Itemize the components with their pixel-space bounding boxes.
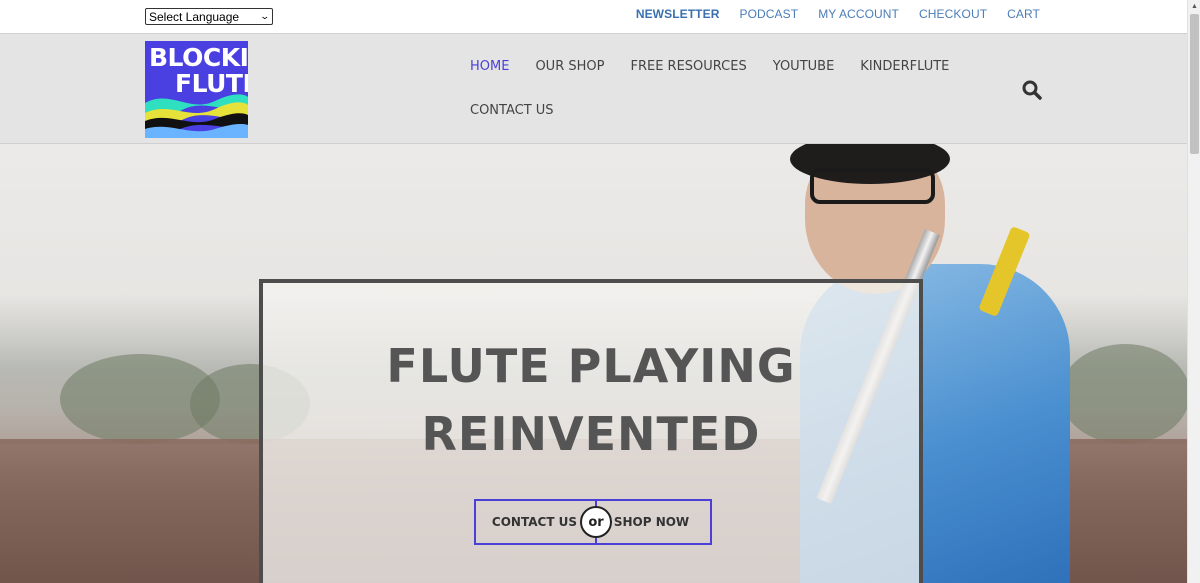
checkout-link[interactable]: CHECKOUT <box>919 7 987 21</box>
top-utility-bar: Select Language ⌄ NEWSLETTER PODCAST MY … <box>0 0 1187 33</box>
language-select-value: Select Language <box>149 9 240 24</box>
search-icon[interactable] <box>1022 80 1042 100</box>
nav-our-shop[interactable]: OUR SHOP <box>527 60 612 74</box>
logo-text-line1: BLOCKI <box>149 43 248 72</box>
hero-photo-glasses <box>810 168 935 204</box>
cart-link[interactable]: CART <box>1007 7 1040 21</box>
nav-free-resources[interactable]: FREE RESOURCES <box>622 60 754 74</box>
hero-card: FLUTE PLAYING REINVENTED CONTACT US SHOP… <box>259 279 923 583</box>
my-account-link[interactable]: MY ACCOUNT <box>818 7 899 21</box>
scrollbar-thumb[interactable] <box>1190 14 1199 154</box>
site-header: BLOCKI FLUTE HOME OUR SHOP FREE RESOURCE… <box>0 33 1187 144</box>
language-select[interactable]: Select Language ⌄ <box>145 8 273 25</box>
hero-title-line1: FLUTE PLAYING <box>386 339 796 393</box>
logo-wave-graphic <box>145 94 248 138</box>
utility-links: NEWSLETTER PODCAST MY ACCOUNT CHECKOUT C… <box>636 7 1040 21</box>
cta-or-badge: or <box>580 506 612 538</box>
hero-cta-group: CONTACT US SHOP NOW or <box>474 499 712 545</box>
contact-us-button[interactable]: CONTACT US <box>476 501 593 543</box>
chevron-down-icon: ⌄ <box>259 11 271 21</box>
nav-home[interactable]: HOME <box>462 60 517 74</box>
background-tree <box>1060 344 1187 444</box>
blocki-flute-logo[interactable]: BLOCKI FLUTE <box>145 41 248 138</box>
nav-youtube[interactable]: YOUTUBE <box>765 60 843 74</box>
newsletter-link[interactable]: NEWSLETTER <box>636 7 720 21</box>
hero-section: FLUTE PLAYING REINVENTED CONTACT US SHOP… <box>0 144 1187 583</box>
scroll-up-arrow-icon[interactable]: ▲ <box>1191 3 1198 10</box>
page-scrollbar[interactable]: ▲ <box>1187 0 1200 583</box>
nav-kinderflute[interactable]: KINDERFLUTE <box>852 60 957 74</box>
hero-title-line2: REINVENTED <box>421 407 761 461</box>
podcast-link[interactable]: PODCAST <box>739 7 798 21</box>
nav-contact-us[interactable]: CONTACT US <box>462 104 562 118</box>
